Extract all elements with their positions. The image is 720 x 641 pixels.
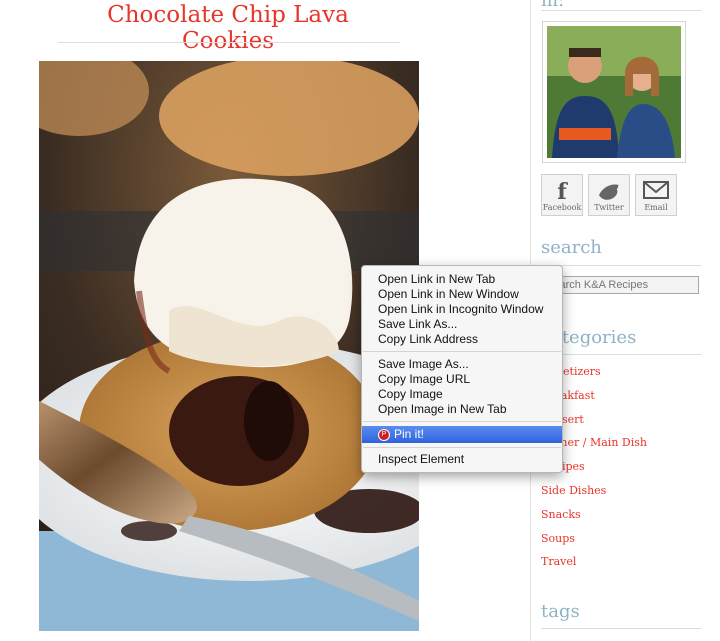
search-rule	[541, 265, 701, 266]
search-input[interactable]	[541, 276, 699, 294]
search-heading: search	[541, 237, 602, 258]
category-link[interactable]: Snacks	[541, 508, 647, 532]
facebook-label: Facebook	[542, 203, 582, 212]
pinterest-icon: P	[378, 428, 390, 441]
menu-separator	[363, 421, 561, 422]
email-label: Email	[644, 203, 668, 212]
title-divider	[58, 42, 400, 43]
menu-item-inspect-element[interactable]: Inspect Element	[362, 452, 562, 467]
menu-item-pin-it[interactable]: P Pin it!	[362, 426, 562, 443]
svg-text:f: f	[557, 179, 568, 203]
tags-rule	[541, 628, 701, 629]
menu-item-copy-image-url[interactable]: Copy Image URL	[362, 372, 562, 387]
menu-item-save-image-as[interactable]: Save Image As...	[362, 357, 562, 372]
post-title[interactable]: Chocolate Chip Lava Cookies	[58, 2, 398, 54]
categories-rule	[541, 354, 701, 355]
category-link[interactable]: Side Dishes	[541, 484, 647, 508]
author-photo-illustration	[547, 26, 681, 158]
category-link[interactable]: Travel	[541, 555, 647, 579]
menu-item-open-link-new-tab[interactable]: Open Link in New Tab	[362, 272, 562, 287]
category-link[interactable]: Soups	[541, 532, 647, 556]
menu-item-save-link-as[interactable]: Save Link As...	[362, 317, 562, 332]
menu-item-copy-link-address[interactable]: Copy Link Address	[362, 332, 562, 347]
menu-separator	[363, 351, 561, 352]
sidebar-rule	[541, 10, 701, 11]
facebook-button[interactable]: f Facebook	[541, 174, 583, 216]
menu-item-copy-image[interactable]: Copy Image	[362, 387, 562, 402]
context-menu: Open Link in New Tab Open Link in New Wi…	[361, 265, 563, 473]
email-button[interactable]: Email	[635, 174, 677, 216]
twitter-button[interactable]: Twitter	[588, 174, 630, 216]
menu-item-open-link-incognito[interactable]: Open Link in Incognito Window	[362, 302, 562, 317]
menu-separator	[363, 447, 561, 448]
menu-item-open-image-new-tab[interactable]: Open Image in New Tab	[362, 402, 562, 417]
tags-heading: tags	[541, 601, 580, 622]
twitter-label: Twitter	[594, 203, 624, 212]
menu-item-open-link-new-window[interactable]: Open Link in New Window	[362, 287, 562, 302]
author-photo	[542, 21, 686, 163]
menu-item-pin-it-label: Pin it!	[394, 427, 425, 441]
